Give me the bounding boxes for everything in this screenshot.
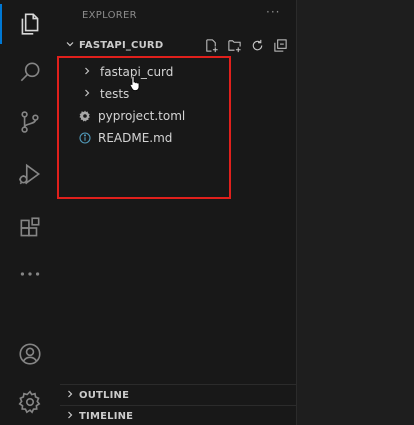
new-folder-button[interactable] [225,36,244,54]
activity-manage[interactable] [0,378,60,425]
explorer-icon [21,13,39,35]
activity-accounts[interactable] [0,330,60,378]
activity-extensions[interactable] [0,204,60,252]
refresh-button[interactable] [248,36,267,54]
activity-explorer[interactable] [0,0,60,48]
new-folder-icon [228,39,241,52]
extensions-icon [20,217,40,237]
search-icon [20,62,40,82]
folder-actions [202,35,290,55]
explorer-more-actions[interactable]: ··· [266,5,280,19]
activity-source-control[interactable] [0,98,60,146]
hand-cursor-icon [129,75,140,91]
account-icon [19,343,41,365]
workspace-folder-header[interactable]: FASTAPI_CURD [60,35,296,55]
activity-search[interactable] [0,48,60,96]
explorer-title: EXPLORER [82,10,137,21]
new-file-button[interactable] [202,36,221,54]
activity-bar [0,0,60,425]
new-file-icon [206,38,218,52]
timeline-label: TIMELINE [79,410,134,422]
timeline-section-header[interactable]: TIMELINE [60,405,296,425]
activity-more[interactable] [0,250,60,298]
outline-label: OUTLINE [79,389,130,401]
settings-gear-icon [18,390,41,414]
refresh-icon [252,39,263,50]
more-icon [20,272,40,276]
vscode-window: EXPLORER ··· FASTAPI_CURD fastapi_curd t… [0,0,414,425]
chevron-down-icon [63,39,77,52]
run-debug-icon [19,163,41,185]
outline-section-header[interactable]: OUTLINE [60,384,296,405]
chevron-right-icon [63,410,77,423]
collapse-all-icon [274,38,287,52]
activity-run-debug[interactable] [0,150,60,198]
chevron-right-icon [63,389,77,402]
source-control-icon [21,111,39,133]
collapse-all-button[interactable] [271,36,290,54]
workspace-folder-name: FASTAPI_CURD [79,39,164,51]
highlight-box [57,56,231,199]
